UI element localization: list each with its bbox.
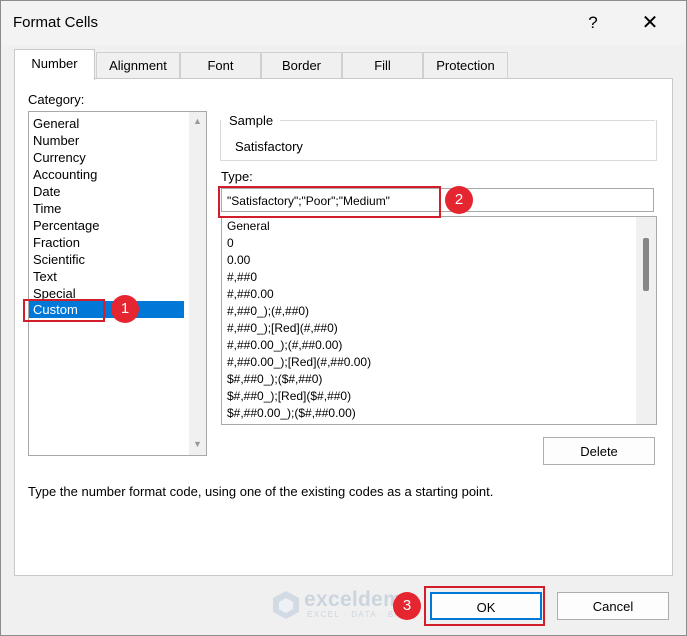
category-item-text[interactable]: Text [33,268,57,285]
sample-group-line [280,120,655,121]
highlight-custom-category [23,299,105,322]
tab-border[interactable]: Border [261,52,342,78]
format-item[interactable]: #,##0.00_);(#,##0.00) [227,337,342,354]
format-item[interactable]: $#,##0_);($#,##0) [227,371,322,388]
category-item-time[interactable]: Time [33,200,61,217]
close-button[interactable]: ✕ [626,7,674,39]
tab-fill[interactable]: Fill [342,52,423,78]
format-code-list[interactable]: General 0 0.00 #,##0 #,##0.00 #,##0_);(#… [221,216,657,425]
format-item[interactable]: #,##0.00_);[Red](#,##0.00) [227,354,371,371]
tab-alignment[interactable]: Alignment [96,52,180,78]
highlight-ok-button [424,586,545,626]
tab-protection[interactable]: Protection [423,52,508,78]
format-item[interactable]: #,##0_);(#,##0) [227,303,309,320]
format-item[interactable]: 0 [227,235,234,252]
format-item[interactable]: $#,##0_);[Red]($#,##0) [227,388,351,405]
sample-value: Satisfactory [235,139,303,154]
dialog-title: Format Cells [13,14,99,31]
sample-label: Sample [229,113,274,128]
step-2-badge: 2 [445,186,473,214]
help-button[interactable]: ? [573,7,613,39]
category-list[interactable]: General Number Currency Accounting Date … [28,111,207,456]
scroll-down-icon[interactable]: ▼ [189,439,206,449]
format-item[interactable]: 0.00 [227,252,250,269]
description-text: Type the number format code, using one o… [28,484,494,499]
category-item-percentage[interactable]: Percentage [33,217,100,234]
highlight-type-input [218,186,441,218]
format-item[interactable]: #,##0_);[Red](#,##0) [227,320,338,337]
step-3-badge: 3 [393,592,421,620]
format-scroll-thumb[interactable] [643,238,649,291]
scroll-up-icon[interactable]: ▲ [189,116,206,126]
category-label: Category: [28,92,85,107]
tab-number[interactable]: Number [14,49,95,80]
step-1-badge: 1 [111,295,139,323]
cancel-button[interactable]: Cancel [557,592,669,620]
category-item-fraction[interactable]: Fraction [33,234,80,251]
delete-button[interactable]: Delete [543,437,655,465]
category-scrollbar[interactable]: ▲ ▼ [189,112,206,455]
format-item[interactable]: #,##0 [227,269,257,286]
category-item-number[interactable]: Number [33,132,79,149]
format-item[interactable]: #,##0.00 [227,286,274,303]
format-scrollbar[interactable] [636,217,656,424]
tab-font[interactable]: Font [180,52,261,78]
watermark-tagline: EXCEL · DATA · BI [307,610,399,619]
type-label: Type: [221,169,253,184]
title-bar: Format Cells ? ✕ [1,1,686,45]
category-item-date[interactable]: Date [33,183,60,200]
category-item-accounting[interactable]: Accounting [33,166,97,183]
category-item-scientific[interactable]: Scientific [33,251,85,268]
exceldemy-logo-icon [273,591,299,619]
category-item-currency[interactable]: Currency [33,149,86,166]
format-item[interactable]: $#,##0.00_);($#,##0.00) [227,405,356,422]
format-item[interactable]: General [227,218,270,235]
category-item-general[interactable]: General [33,115,79,132]
